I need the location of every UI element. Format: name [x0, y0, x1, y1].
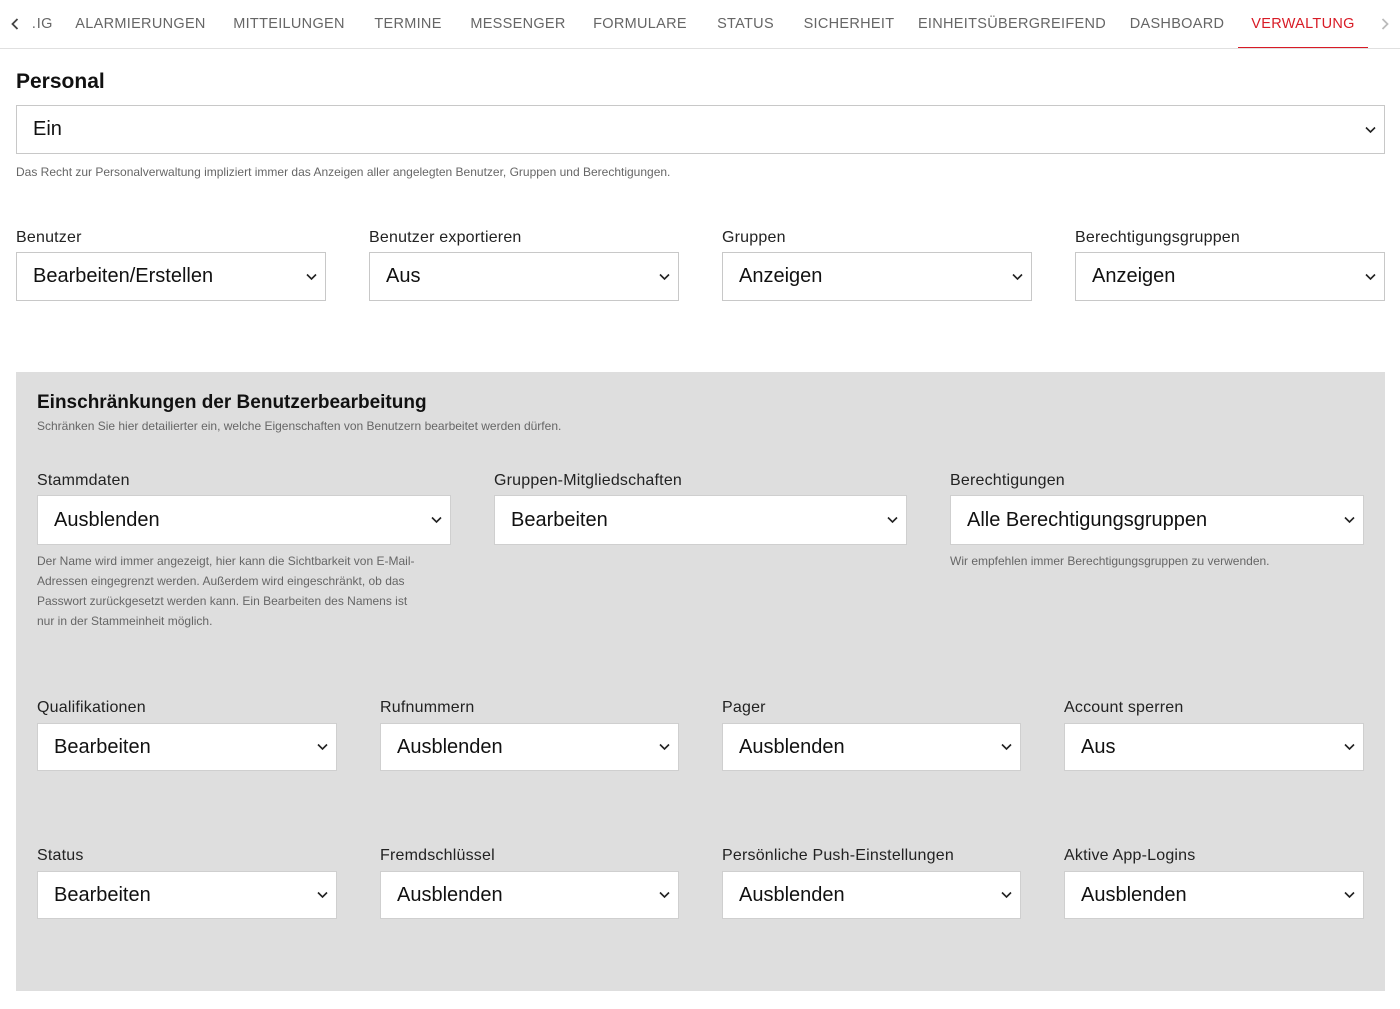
label-benutzer: Benutzer — [16, 229, 82, 246]
select-value: Aus — [1081, 735, 1116, 758]
select-value: Anzeigen — [1092, 265, 1176, 287]
tab-einheitsuebergreifend[interactable]: EINHEITSÜBERGREIFEND — [908, 0, 1116, 48]
chevron-down-icon — [886, 514, 898, 526]
chevron-down-icon — [1364, 271, 1376, 283]
tab-mitteilungen[interactable]: MITTEILUNGEN — [219, 0, 359, 48]
select-value: Bearbeiten — [54, 883, 151, 906]
select-value: Bearbeiten — [54, 735, 151, 758]
label-rufnummern: Rufnummern — [380, 699, 475, 716]
chevron-down-icon — [1000, 741, 1012, 753]
section-title-personal: Personal — [16, 70, 105, 93]
rufnummern-select[interactable]: Ausblenden — [380, 723, 679, 771]
chevron-down-icon — [1343, 889, 1355, 901]
label-status: Status — [37, 847, 84, 864]
chevron-down-icon — [1011, 271, 1023, 283]
select-value: Bearbeiten/Erstellen — [33, 265, 214, 287]
pager-select[interactable]: Ausblenden — [722, 723, 1021, 771]
chevron-down-icon — [305, 271, 317, 283]
select-value: Anzeigen — [739, 265, 823, 287]
select-value: Ausblenden — [54, 508, 160, 531]
select-value: Ausblenden — [739, 735, 845, 758]
chevron-down-icon — [658, 741, 670, 753]
chevron-left-icon[interactable] — [0, 0, 30, 48]
restrictions-subtitle: Schränken Sie hier detailierter ein, wel… — [37, 419, 562, 433]
benutzer-exportieren-select[interactable]: Aus — [369, 252, 679, 301]
berechtigungsgruppen-select[interactable]: Anzeigen — [1075, 252, 1385, 301]
chevron-down-icon — [1343, 741, 1355, 753]
label-stammdaten: Stammdaten — [37, 472, 130, 489]
label-berechtigungen: Berechtigungen — [950, 472, 1065, 489]
chevron-down-icon — [658, 889, 670, 901]
chevron-down-icon — [1343, 514, 1355, 526]
label-benutzer-exportieren: Benutzer exportieren — [369, 229, 522, 246]
label-account-sperren: Account sperren — [1064, 699, 1184, 716]
label-berechtigungsgruppen: Berechtigungsgruppen — [1075, 229, 1241, 246]
gruppen-mitgliedschaften-select[interactable]: Bearbeiten — [494, 495, 907, 545]
select-value: Ein — [33, 118, 62, 140]
tab-status[interactable]: STATUS — [701, 0, 790, 48]
chevron-down-icon — [316, 741, 328, 753]
select-value: Alle Berechtigungsgruppen — [967, 508, 1208, 531]
personal-select[interactable]: Ein — [16, 105, 1385, 154]
label-push-einstellungen: Persönliche Push-Einstellungen — [722, 847, 954, 864]
select-value: Ausblenden — [739, 883, 845, 906]
tab-dashboard[interactable]: DASHBOARD — [1116, 0, 1238, 48]
label-gruppen-mitgliedschaften: Gruppen-Mitgliedschaften — [494, 472, 683, 489]
stammdaten-hint: Der Name wird immer angezeigt, hier kann… — [37, 554, 415, 628]
chevron-down-icon — [430, 514, 442, 526]
chevron-down-icon — [658, 271, 670, 283]
account-sperren-select[interactable]: Aus — [1064, 723, 1364, 771]
select-value: Aus — [386, 265, 421, 287]
tab-formulare[interactable]: FORMULARE — [579, 0, 701, 48]
select-value: Ausblenden — [397, 735, 503, 758]
select-value: Bearbeiten — [511, 508, 608, 531]
push-einstellungen-select[interactable]: Ausblenden — [722, 871, 1021, 919]
fremdschluessel-select[interactable]: Ausblenden — [380, 871, 679, 919]
aktive-app-logins-select[interactable]: Ausblenden — [1064, 871, 1364, 919]
chevron-right-icon[interactable] — [1370, 0, 1400, 48]
benutzer-select[interactable]: Bearbeiten/Erstellen — [16, 252, 326, 301]
label-qualifikationen: Qualifikationen — [37, 699, 146, 716]
qualifikationen-select[interactable]: Bearbeiten — [37, 723, 337, 771]
restrictions-title: Einschränkungen der Benutzerbearbeitung — [37, 392, 427, 413]
select-value: Ausblenden — [397, 883, 503, 906]
stammdaten-select[interactable]: Ausblenden — [37, 495, 451, 545]
chevron-down-icon — [316, 889, 328, 901]
status-select[interactable]: Bearbeiten — [37, 871, 337, 919]
tab-bar: …IG ALARMIERUNGEN MITTEILUNGEN TERMINE M… — [0, 0, 1400, 49]
berechtigungen-hint: Wir empfehlen immer Berechtigungsgruppen… — [950, 554, 1270, 568]
berechtigungen-select[interactable]: Alle Berechtigungsgruppen — [950, 495, 1364, 545]
label-fremdschluessel: Fremdschlüssel — [380, 847, 495, 864]
label-gruppen: Gruppen — [722, 229, 786, 246]
tab-verwaltung[interactable]: VERWALTUNG — [1238, 0, 1368, 48]
chevron-down-icon — [1364, 124, 1376, 136]
gruppen-select[interactable]: Anzeigen — [722, 252, 1032, 301]
tab-termine[interactable]: TERMINE — [359, 0, 457, 48]
tab-messenger[interactable]: MESSENGER — [457, 0, 579, 48]
tab-alarmierungen[interactable]: ALARMIERUNGEN — [62, 0, 219, 48]
label-pager: Pager — [722, 699, 766, 716]
select-value: Ausblenden — [1081, 883, 1187, 906]
chevron-down-icon — [1000, 889, 1012, 901]
personal-hint: Das Recht zur Personalverwaltung implizi… — [16, 165, 671, 179]
label-aktive-app-logins: Aktive App-Logins — [1064, 847, 1196, 864]
tab-sicherheit[interactable]: SICHERHEIT — [790, 0, 908, 48]
